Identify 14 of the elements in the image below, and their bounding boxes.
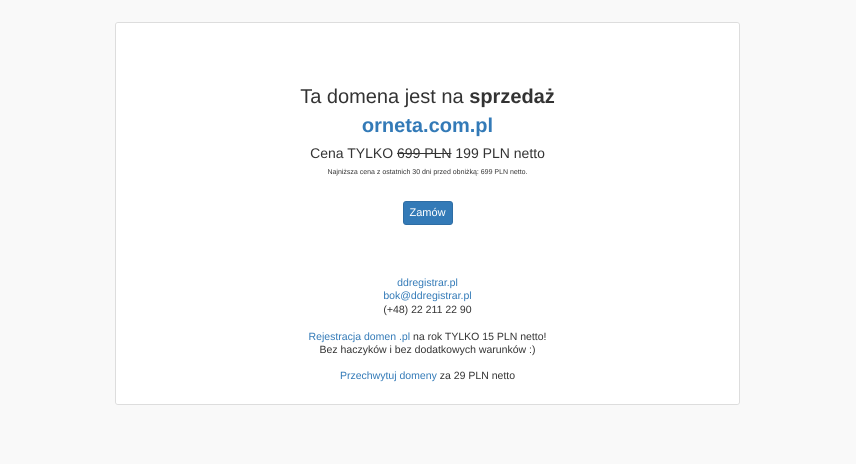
- old-price: 699 PLN: [397, 145, 452, 161]
- promo-text: Przechwytuj domeny za 29 PLN netto: [340, 370, 516, 384]
- website-link[interactable]: ddregistrar.pl: [397, 277, 458, 290]
- price-label: Cena TYLKO: [310, 145, 394, 161]
- email-link[interactable]: bok@ddregistrar.pl: [383, 290, 472, 304]
- promo-link[interactable]: Przechwytuj domeny: [340, 370, 437, 382]
- promo-text: Rejestracja domen .pl na rok TYLKO 15 PLN netto!: [308, 330, 546, 344]
- phone-number: (+48) 22 211 22 90: [383, 304, 472, 317]
- new-price: 199 PLN netto: [455, 145, 545, 161]
- promo-text: Bez haczyków i bez dodatkowych warunków :): [320, 344, 536, 358]
- page-heading: Ta domena jest na sprzedaż: [300, 85, 555, 110]
- domain-name: orneta.com.pl: [362, 114, 494, 138]
- promo-link[interactable]: Rejestracja domen .pl: [308, 330, 410, 343]
- order-button[interactable]: Zamów: [402, 201, 452, 225]
